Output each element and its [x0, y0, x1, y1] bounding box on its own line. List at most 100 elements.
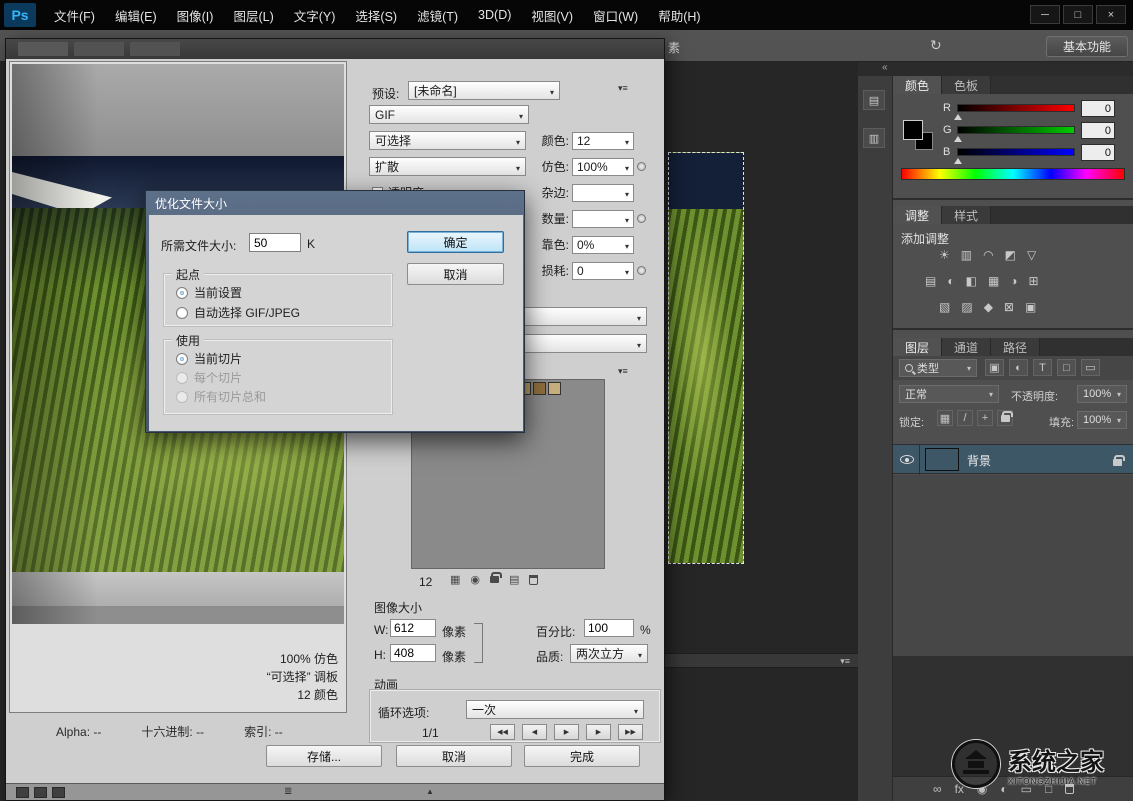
collapse-dock-icon[interactable]: « — [882, 62, 888, 73]
tab-adjustments[interactable]: 调整 — [893, 206, 943, 224]
amount-mini-slider[interactable] — [637, 214, 646, 223]
palette-dropdown[interactable]: 可选择 — [369, 131, 526, 150]
opacity-field[interactable]: 100% — [1077, 385, 1127, 403]
red-value-field[interactable]: 0 — [1081, 100, 1115, 117]
auto-select-radio[interactable] — [176, 306, 188, 319]
menu-image[interactable]: 图像(I) — [167, 0, 224, 30]
minimize-button[interactable]: ─ — [1030, 5, 1060, 24]
properties-panel-icon[interactable]: ▥ — [863, 128, 885, 148]
workspace-switcher-button[interactable]: 基本功能 — [1046, 36, 1128, 57]
delete-color-icon[interactable] — [529, 574, 539, 585]
map-transparency-icon[interactable]: ▦ — [450, 573, 460, 586]
foreground-color-swatch[interactable] — [903, 120, 923, 140]
gradient-map-icon[interactable]: ⊠ — [1004, 300, 1014, 314]
lossy-mini-slider[interactable] — [637, 266, 646, 275]
menu-3d[interactable]: 3D(D) — [468, 0, 521, 30]
maximize-button[interactable]: □ — [1063, 5, 1093, 24]
current-slice-radio[interactable] — [176, 352, 188, 365]
tab-channels[interactable]: 通道 — [942, 338, 992, 356]
blue-value-field[interactable]: 0 — [1081, 144, 1115, 161]
lock-all-icon[interactable] — [997, 410, 1013, 426]
tab-paths[interactable]: 路径 — [991, 338, 1041, 356]
preview-toggle-icon[interactable] — [16, 787, 29, 798]
save-button[interactable]: 存储... — [266, 745, 382, 767]
color-swatch[interactable] — [533, 382, 546, 395]
red-slider-handle[interactable] — [954, 114, 962, 120]
menu-filter[interactable]: 滤镜(T) — [407, 0, 468, 30]
done-button[interactable]: 完成 — [524, 745, 640, 767]
menu-layer[interactable]: 图层(L) — [223, 0, 283, 30]
width-field[interactable] — [390, 619, 436, 637]
color-swatch[interactable] — [548, 382, 561, 395]
previous-frame-button[interactable]: ◀ — [522, 724, 547, 740]
blue-slider-handle[interactable] — [954, 158, 962, 164]
levels-icon[interactable]: ▥ — [961, 248, 972, 262]
color-table-menu-icon[interactable]: ▾≡ — [618, 366, 628, 377]
lossy-field[interactable]: 0 — [572, 261, 634, 280]
lock-image-icon[interactable]: / — [957, 410, 973, 426]
shape-layer-filter-icon[interactable]: □ — [1057, 359, 1076, 376]
curves-icon[interactable]: ◠ — [983, 248, 993, 262]
vibrance-icon[interactable]: ▽ — [1027, 248, 1036, 262]
green-slider[interactable] — [957, 126, 1075, 134]
background-layer-row[interactable]: 背景 — [893, 444, 1133, 475]
preview-toggle-icon[interactable] — [34, 787, 47, 798]
photo-filter-icon[interactable]: ▦ — [988, 274, 999, 288]
red-slider[interactable] — [957, 104, 1075, 112]
lock-transparent-icon[interactable]: ▦ — [937, 410, 953, 426]
type-layer-filter-icon[interactable]: T — [1033, 359, 1052, 376]
selective-color-icon[interactable]: ▣ — [1025, 300, 1036, 314]
zoom-tool-icon[interactable]: ▲ — [426, 787, 434, 796]
layer-filter-dropdown[interactable]: 类型 — [899, 359, 977, 377]
web-shift-icon[interactable]: ◉ — [470, 573, 480, 586]
cancel-button[interactable]: 取消 — [396, 745, 512, 767]
web-snap-field[interactable]: 0% — [572, 235, 634, 254]
format-dropdown[interactable]: GIF — [369, 105, 529, 124]
save-for-web-titlebar[interactable] — [6, 39, 664, 59]
optimize-menu-icon[interactable]: ▾≡ — [618, 83, 628, 94]
tab-layers[interactable]: 图层 — [893, 338, 943, 356]
posterize-icon[interactable]: ▨ — [961, 300, 972, 314]
fill-field[interactable]: 100% — [1077, 411, 1127, 429]
blue-slider[interactable] — [957, 148, 1075, 156]
loop-dropdown[interactable]: 一次 — [466, 700, 644, 719]
new-color-icon[interactable]: ▤ — [509, 573, 519, 586]
current-slice-option[interactable]: 当前切片 — [176, 350, 242, 367]
first-frame-button[interactable]: ◀◀ — [490, 724, 515, 740]
smart-object-filter-icon[interactable]: ▭ — [1081, 359, 1100, 376]
layer-visibility-eye-icon[interactable] — [900, 455, 914, 464]
pixel-layer-filter-icon[interactable]: ▣ — [985, 359, 1004, 376]
document-image[interactable] — [668, 152, 744, 564]
menu-window[interactable]: 窗口(W) — [583, 0, 648, 30]
height-field[interactable] — [390, 644, 436, 662]
preset-dropdown[interactable]: [未命名] — [408, 81, 560, 100]
menu-file[interactable]: 文件(F) — [44, 0, 105, 30]
color-lookup-icon[interactable]: ⊞ — [1029, 274, 1039, 288]
dither-method-dropdown[interactable]: 扩散 — [369, 157, 526, 176]
menu-select[interactable]: 选择(S) — [345, 0, 407, 30]
dither-mini-slider[interactable] — [637, 162, 646, 171]
green-value-field[interactable]: 0 — [1081, 122, 1115, 139]
dialog-cancel-button[interactable]: 取消 — [407, 263, 504, 285]
threshold-icon[interactable]: ◆ — [984, 300, 993, 314]
link-layers-icon[interactable]: ∞ — [933, 782, 942, 796]
color-spectrum-bar[interactable] — [901, 168, 1125, 180]
menu-view[interactable]: 视图(V) — [521, 0, 583, 30]
brightness-contrast-icon[interactable]: ☀ — [939, 248, 950, 262]
blend-mode-dropdown[interactable]: 正常 — [899, 385, 999, 403]
channel-mixer-icon[interactable]: ◑ — [1010, 274, 1017, 288]
percent-field[interactable] — [584, 619, 634, 637]
current-settings-option[interactable]: 当前设置 — [176, 284, 242, 301]
file-size-field[interactable] — [249, 233, 301, 252]
exposure-icon[interactable]: ◩ — [1005, 248, 1016, 262]
tab-swatches[interactable]: 色板 — [942, 76, 992, 94]
next-frame-button[interactable]: ▶ — [586, 724, 611, 740]
refresh-icon[interactable]: ↻ — [930, 37, 942, 54]
hue-saturation-icon[interactable]: ▤ — [925, 274, 936, 288]
current-settings-radio[interactable] — [176, 286, 188, 299]
slice-tool-icon[interactable]: ≣ — [284, 786, 292, 797]
menu-type[interactable]: 文字(Y) — [284, 0, 346, 30]
dialog-titlebar[interactable]: 优化文件大小 — [149, 191, 521, 215]
adjustment-layer-filter-icon[interactable]: ◐ — [1009, 359, 1028, 376]
lock-color-icon[interactable] — [490, 571, 503, 586]
